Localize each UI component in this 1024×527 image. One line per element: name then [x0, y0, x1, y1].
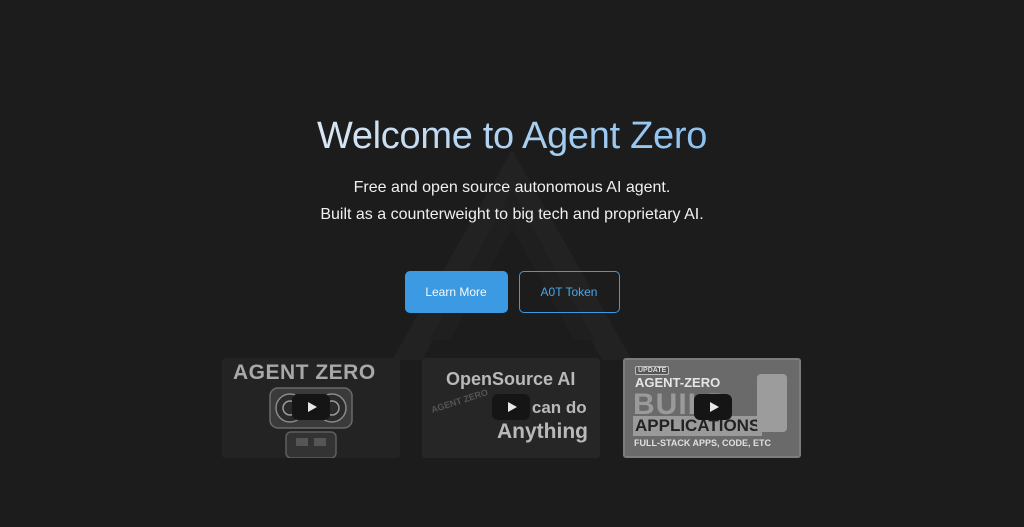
video-2-small-text: AGENT ZERO	[429, 387, 490, 415]
video-thumbnail-2[interactable]: AGENT ZERO OpenSource AI that can do Any…	[422, 358, 600, 458]
subtitle-line-2: Built as a counterweight to big tech and…	[320, 206, 704, 223]
token-button[interactable]: A0T Token	[518, 271, 620, 313]
video-gallery: AGENT ZERO AGENT ZERO OpenSource AI that…	[222, 358, 802, 458]
subtitle-line-1: Free and open source autonomous AI agent…	[353, 179, 671, 196]
play-icon[interactable]	[694, 394, 732, 420]
learn-more-button[interactable]: Learn More	[404, 271, 508, 313]
video-3-badge: UPDATE	[635, 366, 670, 375]
hero-subtitle: Free and open source autonomous AI agent…	[0, 174, 1024, 228]
hero-section: Welcome to Agent Zero Free and open sour…	[0, 112, 1024, 228]
video-3-line-4: FULL-STACK APPS, CODE, ETC	[634, 438, 771, 448]
video-thumbnail-3[interactable]: UPDATE AGENT-ZERO BUILD APPLICATIONS FUL…	[623, 358, 801, 458]
video-thumbnail-1[interactable]: AGENT ZERO	[222, 358, 400, 458]
play-icon[interactable]	[492, 394, 530, 420]
video-2-line-1: OpenSource AI	[446, 369, 576, 389]
play-icon[interactable]	[292, 394, 330, 420]
phone-illustration-icon	[757, 374, 787, 432]
cta-buttons: Learn More A0T Token	[0, 271, 1024, 313]
video-2-line-3: Anything	[497, 420, 588, 443]
page-title: Welcome to Agent Zero	[317, 112, 707, 160]
